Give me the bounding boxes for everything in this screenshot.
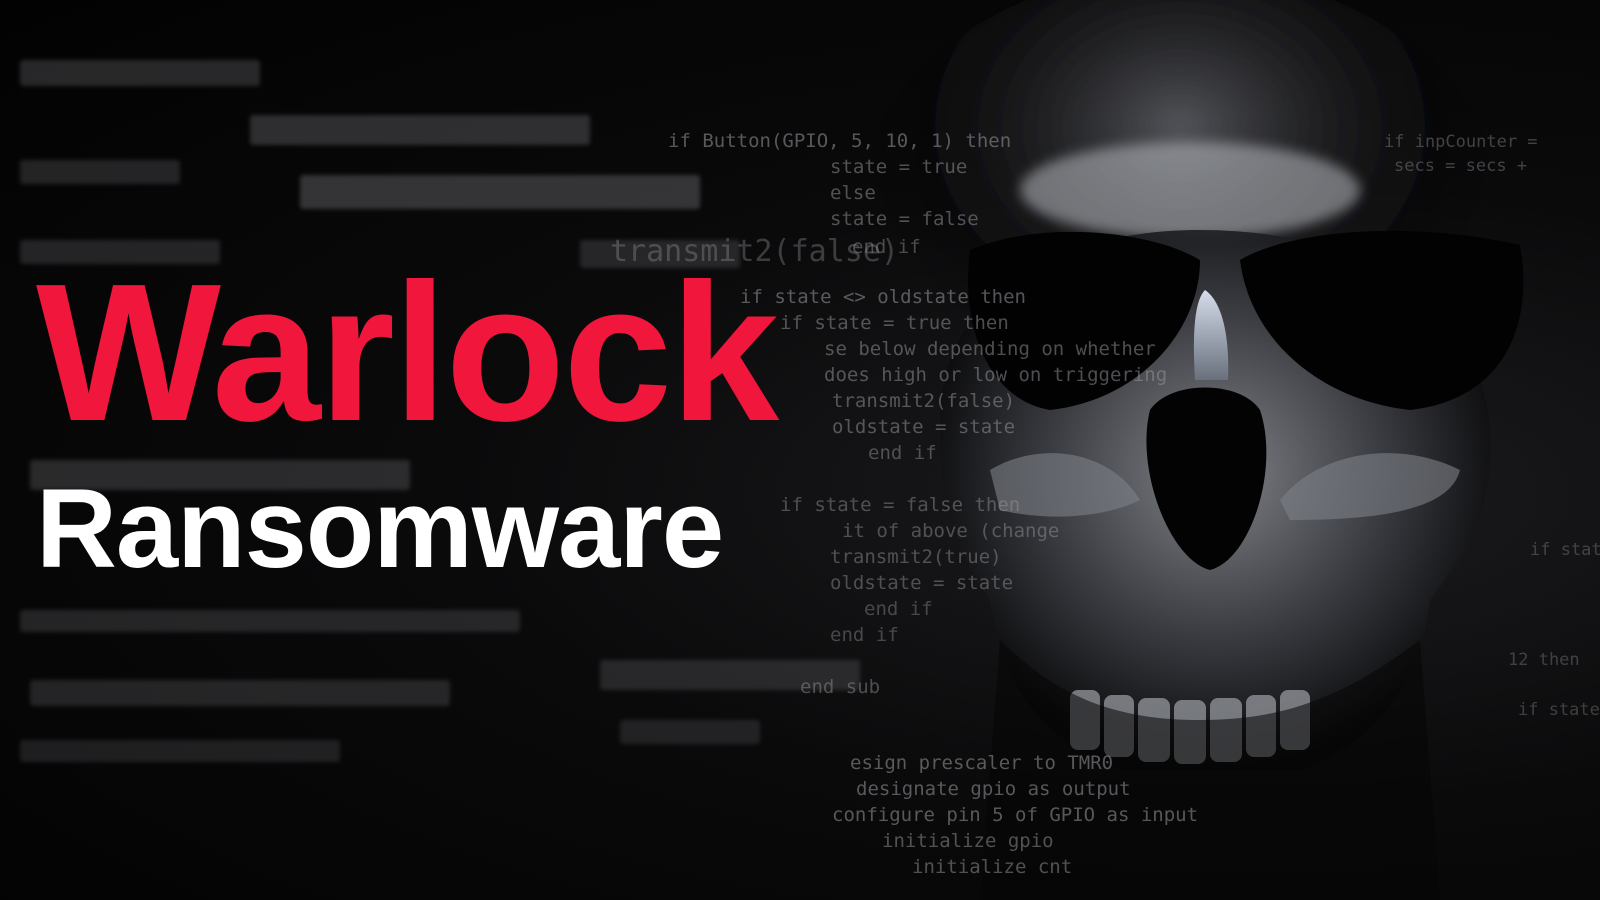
blur-bar [620, 720, 760, 744]
skull-icon [850, 0, 1524, 900]
blur-bar [20, 160, 180, 184]
blur-bar [300, 175, 700, 209]
blur-bar [30, 680, 450, 706]
blur-bar [20, 740, 340, 762]
hero-banner: if Button(GPIO, 5, 10, 1) then state = t… [0, 0, 1600, 900]
blur-bar [20, 60, 260, 86]
headline: Warlock Ransomware [36, 243, 779, 591]
title-warlock: Warlock [36, 243, 779, 462]
title-ransomware: Ransomware [36, 466, 724, 591]
blur-bar [250, 115, 590, 145]
blur-bar [20, 610, 520, 632]
